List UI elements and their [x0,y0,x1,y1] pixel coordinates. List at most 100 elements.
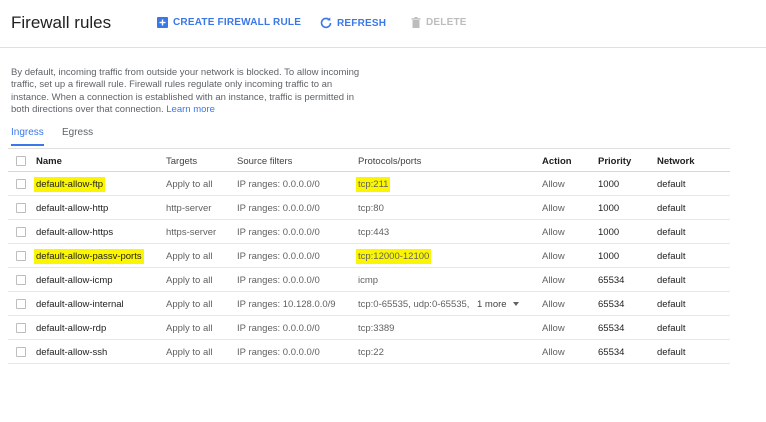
toolbar: Firewall rules CREATE FIREWALL RULE REFR… [0,0,766,48]
header-protocols-ports: Protocols/ports [358,156,422,167]
rule-source-filters: IP ranges: 0.0.0.0/0 [237,251,320,262]
rule-name-link[interactable]: default-allow-https [36,227,113,238]
rule-action: Allow [542,227,565,238]
rule-source-filters: IP ranges: 0.0.0.0/0 [237,347,320,358]
row-checkbox[interactable] [16,347,26,357]
rule-protocols-value: tcp:12000-12100 [356,249,432,264]
rule-network: default [657,179,686,190]
create-firewall-rule-button[interactable]: CREATE FIREWALL RULE [157,17,301,28]
rule-name: default-allow-passv-ports [34,249,144,264]
rule-name-link[interactable]: default-allow-passv-ports [34,249,144,264]
row-checkbox[interactable] [16,203,26,213]
table-row: default-allow-ftp Apply to all IP ranges… [8,172,730,196]
rule-protocols: tcp:443 [358,227,390,238]
rule-protocols: icmp [358,275,379,286]
rule-name-link[interactable]: default-allow-internal [36,299,124,310]
rule-network: default [657,323,686,334]
rule-name-link[interactable]: default-allow-icmp [36,275,113,286]
table-row: default-allow-ssh Apply to all IP ranges… [8,340,730,364]
rule-name-link[interactable]: default-allow-http [36,203,108,214]
rule-source-filters: IP ranges: 0.0.0.0/0 [237,275,320,286]
rule-priority: 1000 [598,251,620,262]
row-checkbox[interactable] [16,227,26,237]
rule-name-link[interactable]: default-allow-rdp [36,323,106,334]
rule-network: default [657,203,686,214]
rule-action: Allow [542,179,565,190]
rule-priority: 1000 [598,203,620,214]
rule-name-link[interactable]: default-allow-ssh [36,347,107,358]
row-checkbox[interactable] [16,179,26,189]
rule-action: Allow [542,251,565,262]
rule-network: default [657,299,686,310]
delete-label: DELETE [426,17,467,28]
rule-targets: https-server [166,227,217,238]
header-action: Action [542,156,572,167]
rule-network: default [657,275,686,286]
rule-protocols: tcp:3389 [358,323,395,334]
header-network: Network [657,156,695,167]
rule-targets: http-server [166,203,212,214]
rule-targets: Apply to all [166,299,213,310]
tab-egress[interactable]: Egress [62,127,93,138]
table-header-row: Name Targets Source filters Protocols/po… [8,148,730,172]
rule-targets: Apply to all [166,275,213,286]
row-checkbox[interactable] [16,275,26,285]
rule-protocols: tcp:12000-12100 [356,249,432,264]
rule-action: Allow [542,299,565,310]
rule-targets: Apply to all [166,323,213,334]
refresh-icon [320,17,332,29]
table-row: default-allow-passv-ports Apply to all I… [8,244,730,268]
rule-priority: 65534 [598,347,625,358]
rule-source-filters: IP ranges: 0.0.0.0/0 [237,203,320,214]
rule-targets: Apply to all [166,251,213,262]
rule-targets: Apply to all [166,347,213,358]
table-row: default-allow-http http-server IP ranges… [8,196,730,220]
table-row: default-allow-icmp Apply to all IP range… [8,268,730,292]
description: By default, incoming traffic from outsid… [11,67,371,116]
learn-more-link[interactable]: Learn more [166,104,215,115]
tab-ingress[interactable]: Ingress [11,127,44,138]
create-label: CREATE FIREWALL RULE [173,17,302,28]
rule-action: Allow [542,275,565,286]
rule-action: Allow [542,347,565,358]
rule-source-filters: IP ranges: 10.128.0.0/9 [237,299,336,310]
rule-action: Allow [542,203,565,214]
row-checkbox[interactable] [16,251,26,261]
rule-priority: 65534 [598,275,625,286]
rule-protocols: tcp:211 [356,177,391,192]
rule-priority: 65534 [598,299,625,310]
rule-priority: 1000 [598,227,620,238]
rule-name-link[interactable]: default-allow-ftp [34,177,106,192]
rule-source-filters: IP ranges: 0.0.0.0/0 [237,323,320,334]
rule-protocols: tcp:0-65535, udp:0-65535, [358,299,470,310]
table-row: default-allow-rdp Apply to all IP ranges… [8,316,730,340]
rule-source-filters: IP ranges: 0.0.0.0/0 [237,227,320,238]
refresh-button[interactable]: REFRESH [320,17,386,29]
header-source-filters: Source filters [237,156,293,167]
rule-protocols-value: tcp:211 [356,177,391,192]
dropdown-caret-icon [512,302,519,307]
rule-name: default-allow-ftp [34,177,106,192]
table-row: default-allow-internal Apply to all IP r… [8,292,730,316]
table-row: default-allow-https https-server IP rang… [8,220,730,244]
refresh-label: REFRESH [337,17,387,29]
row-checkbox[interactable] [16,299,26,309]
add-box-icon [157,17,168,28]
select-all-checkbox[interactable] [16,156,26,166]
more-protocols-label: 1 more [477,299,507,310]
rule-action: Allow [542,323,565,334]
more-protocols-dropdown[interactable]: 1 more [477,299,519,310]
rule-priority: 65534 [598,323,625,334]
rule-priority: 1000 [598,179,620,190]
rule-targets: Apply to all [166,179,213,190]
rule-protocols: tcp:22 [358,347,384,358]
rule-protocols: tcp:80 [358,203,384,214]
header-targets: Targets [166,156,198,167]
firewall-rules-table: Name Targets Source filters Protocols/po… [8,148,730,364]
active-tab-indicator [11,144,44,146]
delete-button[interactable]: DELETE [411,17,467,28]
header-name[interactable]: Name [36,156,62,167]
row-checkbox[interactable] [16,323,26,333]
rule-network: default [657,227,686,238]
page-title: Firewall rules [11,13,112,32]
